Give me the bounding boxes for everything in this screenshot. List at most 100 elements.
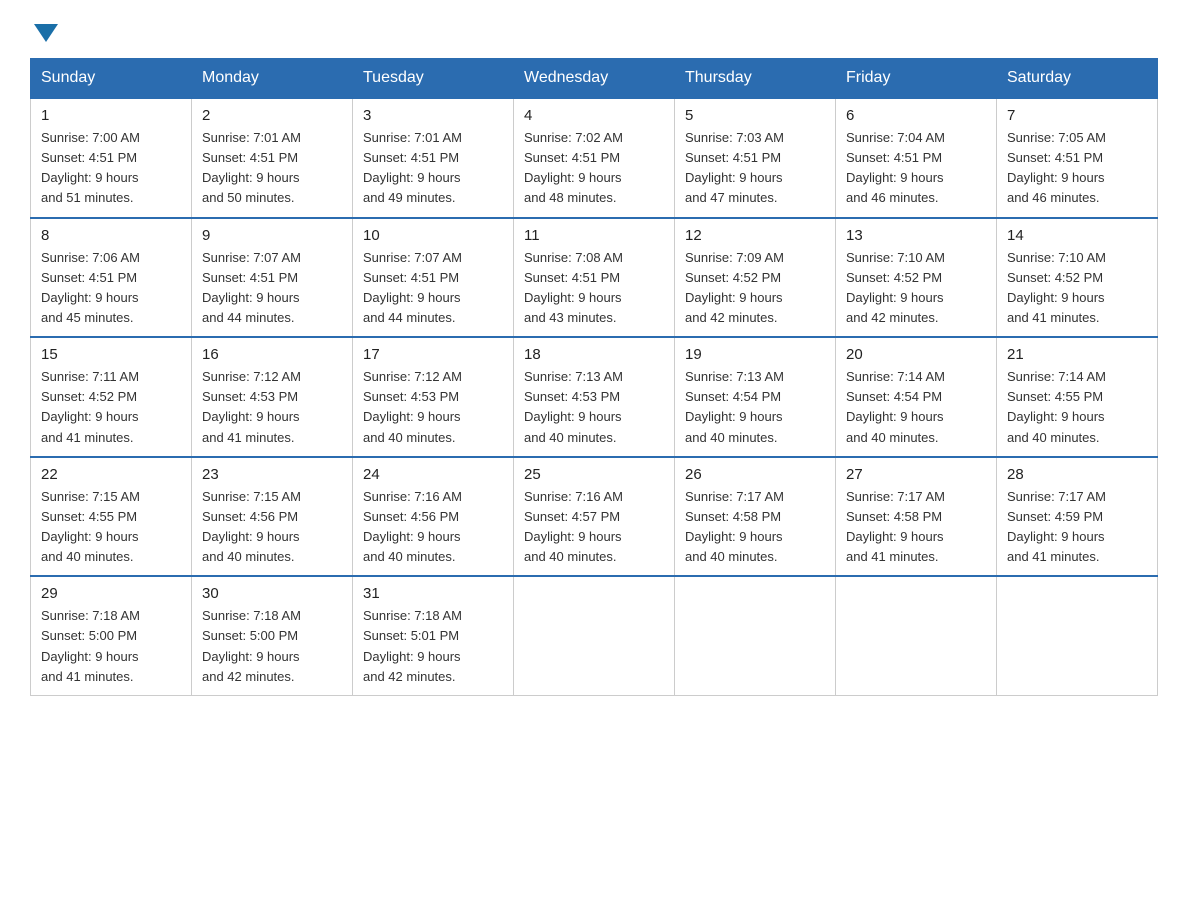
day-info: Sunrise: 7:17 AMSunset: 4:58 PMDaylight:…	[846, 487, 986, 568]
day-number: 9	[202, 227, 342, 244]
day-info: Sunrise: 7:11 AMSunset: 4:52 PMDaylight:…	[41, 367, 181, 448]
day-of-week-friday: Friday	[836, 59, 997, 99]
day-info: Sunrise: 7:00 AMSunset: 4:51 PMDaylight:…	[41, 128, 181, 209]
day-of-week-sunday: Sunday	[31, 59, 192, 99]
days-of-week-row: SundayMondayTuesdayWednesdayThursdayFrid…	[31, 59, 1158, 99]
calendar-cell: 21 Sunrise: 7:14 AMSunset: 4:55 PMDaylig…	[997, 337, 1158, 457]
logo	[30, 20, 58, 40]
day-number: 25	[524, 466, 664, 483]
day-info: Sunrise: 7:17 AMSunset: 4:59 PMDaylight:…	[1007, 487, 1147, 568]
day-info: Sunrise: 7:07 AMSunset: 4:51 PMDaylight:…	[202, 248, 342, 329]
day-info: Sunrise: 7:18 AMSunset: 5:00 PMDaylight:…	[41, 606, 181, 687]
day-info: Sunrise: 7:14 AMSunset: 4:54 PMDaylight:…	[846, 367, 986, 448]
day-info: Sunrise: 7:16 AMSunset: 4:56 PMDaylight:…	[363, 487, 503, 568]
calendar-cell: 31 Sunrise: 7:18 AMSunset: 5:01 PMDaylig…	[353, 576, 514, 695]
calendar-cell: 22 Sunrise: 7:15 AMSunset: 4:55 PMDaylig…	[31, 457, 192, 577]
day-of-week-tuesday: Tuesday	[353, 59, 514, 99]
day-info: Sunrise: 7:16 AMSunset: 4:57 PMDaylight:…	[524, 487, 664, 568]
week-row-4: 22 Sunrise: 7:15 AMSunset: 4:55 PMDaylig…	[31, 457, 1158, 577]
day-info: Sunrise: 7:12 AMSunset: 4:53 PMDaylight:…	[202, 367, 342, 448]
calendar-cell	[675, 576, 836, 695]
day-number: 30	[202, 585, 342, 602]
calendar-cell: 11 Sunrise: 7:08 AMSunset: 4:51 PMDaylig…	[514, 218, 675, 338]
calendar-table: SundayMondayTuesdayWednesdayThursdayFrid…	[30, 58, 1158, 696]
day-number: 27	[846, 466, 986, 483]
day-number: 23	[202, 466, 342, 483]
day-number: 26	[685, 466, 825, 483]
day-number: 31	[363, 585, 503, 602]
day-number: 22	[41, 466, 181, 483]
day-info: Sunrise: 7:03 AMSunset: 4:51 PMDaylight:…	[685, 128, 825, 209]
calendar-cell: 15 Sunrise: 7:11 AMSunset: 4:52 PMDaylig…	[31, 337, 192, 457]
calendar-cell: 17 Sunrise: 7:12 AMSunset: 4:53 PMDaylig…	[353, 337, 514, 457]
day-number: 12	[685, 227, 825, 244]
day-number: 2	[202, 107, 342, 124]
calendar-cell: 25 Sunrise: 7:16 AMSunset: 4:57 PMDaylig…	[514, 457, 675, 577]
week-row-1: 1 Sunrise: 7:00 AMSunset: 4:51 PMDayligh…	[31, 98, 1158, 218]
day-number: 15	[41, 346, 181, 363]
day-info: Sunrise: 7:05 AMSunset: 4:51 PMDaylight:…	[1007, 128, 1147, 209]
day-number: 17	[363, 346, 503, 363]
day-info: Sunrise: 7:18 AMSunset: 5:00 PMDaylight:…	[202, 606, 342, 687]
week-row-3: 15 Sunrise: 7:11 AMSunset: 4:52 PMDaylig…	[31, 337, 1158, 457]
day-number: 7	[1007, 107, 1147, 124]
calendar-cell: 1 Sunrise: 7:00 AMSunset: 4:51 PMDayligh…	[31, 98, 192, 218]
calendar-cell: 9 Sunrise: 7:07 AMSunset: 4:51 PMDayligh…	[192, 218, 353, 338]
week-row-2: 8 Sunrise: 7:06 AMSunset: 4:51 PMDayligh…	[31, 218, 1158, 338]
calendar-cell	[514, 576, 675, 695]
calendar-cell: 24 Sunrise: 7:16 AMSunset: 4:56 PMDaylig…	[353, 457, 514, 577]
day-info: Sunrise: 7:15 AMSunset: 4:55 PMDaylight:…	[41, 487, 181, 568]
calendar-cell: 16 Sunrise: 7:12 AMSunset: 4:53 PMDaylig…	[192, 337, 353, 457]
day-info: Sunrise: 7:15 AMSunset: 4:56 PMDaylight:…	[202, 487, 342, 568]
day-info: Sunrise: 7:01 AMSunset: 4:51 PMDaylight:…	[202, 128, 342, 209]
calendar-cell	[997, 576, 1158, 695]
day-of-week-monday: Monday	[192, 59, 353, 99]
day-number: 19	[685, 346, 825, 363]
day-number: 3	[363, 107, 503, 124]
day-info: Sunrise: 7:02 AMSunset: 4:51 PMDaylight:…	[524, 128, 664, 209]
calendar-cell: 10 Sunrise: 7:07 AMSunset: 4:51 PMDaylig…	[353, 218, 514, 338]
day-of-week-thursday: Thursday	[675, 59, 836, 99]
calendar-cell: 2 Sunrise: 7:01 AMSunset: 4:51 PMDayligh…	[192, 98, 353, 218]
day-of-week-wednesday: Wednesday	[514, 59, 675, 99]
day-number: 11	[524, 227, 664, 244]
calendar-cell: 7 Sunrise: 7:05 AMSunset: 4:51 PMDayligh…	[997, 98, 1158, 218]
calendar-cell: 26 Sunrise: 7:17 AMSunset: 4:58 PMDaylig…	[675, 457, 836, 577]
calendar-cell: 30 Sunrise: 7:18 AMSunset: 5:00 PMDaylig…	[192, 576, 353, 695]
day-info: Sunrise: 7:04 AMSunset: 4:51 PMDaylight:…	[846, 128, 986, 209]
day-number: 21	[1007, 346, 1147, 363]
day-number: 8	[41, 227, 181, 244]
day-number: 6	[846, 107, 986, 124]
day-info: Sunrise: 7:13 AMSunset: 4:54 PMDaylight:…	[685, 367, 825, 448]
calendar-cell: 12 Sunrise: 7:09 AMSunset: 4:52 PMDaylig…	[675, 218, 836, 338]
logo-triangle-icon	[34, 24, 58, 42]
day-info: Sunrise: 7:13 AMSunset: 4:53 PMDaylight:…	[524, 367, 664, 448]
day-info: Sunrise: 7:06 AMSunset: 4:51 PMDaylight:…	[41, 248, 181, 329]
day-info: Sunrise: 7:10 AMSunset: 4:52 PMDaylight:…	[1007, 248, 1147, 329]
day-number: 10	[363, 227, 503, 244]
calendar-body: 1 Sunrise: 7:00 AMSunset: 4:51 PMDayligh…	[31, 98, 1158, 695]
calendar-cell: 13 Sunrise: 7:10 AMSunset: 4:52 PMDaylig…	[836, 218, 997, 338]
calendar-cell: 29 Sunrise: 7:18 AMSunset: 5:00 PMDaylig…	[31, 576, 192, 695]
week-row-5: 29 Sunrise: 7:18 AMSunset: 5:00 PMDaylig…	[31, 576, 1158, 695]
day-info: Sunrise: 7:14 AMSunset: 4:55 PMDaylight:…	[1007, 367, 1147, 448]
calendar-cell: 6 Sunrise: 7:04 AMSunset: 4:51 PMDayligh…	[836, 98, 997, 218]
day-info: Sunrise: 7:10 AMSunset: 4:52 PMDaylight:…	[846, 248, 986, 329]
day-number: 18	[524, 346, 664, 363]
day-number: 28	[1007, 466, 1147, 483]
calendar-cell: 8 Sunrise: 7:06 AMSunset: 4:51 PMDayligh…	[31, 218, 192, 338]
calendar-cell	[836, 576, 997, 695]
day-info: Sunrise: 7:08 AMSunset: 4:51 PMDaylight:…	[524, 248, 664, 329]
day-info: Sunrise: 7:07 AMSunset: 4:51 PMDaylight:…	[363, 248, 503, 329]
day-info: Sunrise: 7:17 AMSunset: 4:58 PMDaylight:…	[685, 487, 825, 568]
day-info: Sunrise: 7:12 AMSunset: 4:53 PMDaylight:…	[363, 367, 503, 448]
day-number: 16	[202, 346, 342, 363]
day-number: 5	[685, 107, 825, 124]
calendar-cell: 28 Sunrise: 7:17 AMSunset: 4:59 PMDaylig…	[997, 457, 1158, 577]
calendar-cell: 23 Sunrise: 7:15 AMSunset: 4:56 PMDaylig…	[192, 457, 353, 577]
page-header	[30, 20, 1158, 40]
day-number: 29	[41, 585, 181, 602]
calendar-cell: 27 Sunrise: 7:17 AMSunset: 4:58 PMDaylig…	[836, 457, 997, 577]
calendar-cell: 4 Sunrise: 7:02 AMSunset: 4:51 PMDayligh…	[514, 98, 675, 218]
calendar-cell: 5 Sunrise: 7:03 AMSunset: 4:51 PMDayligh…	[675, 98, 836, 218]
